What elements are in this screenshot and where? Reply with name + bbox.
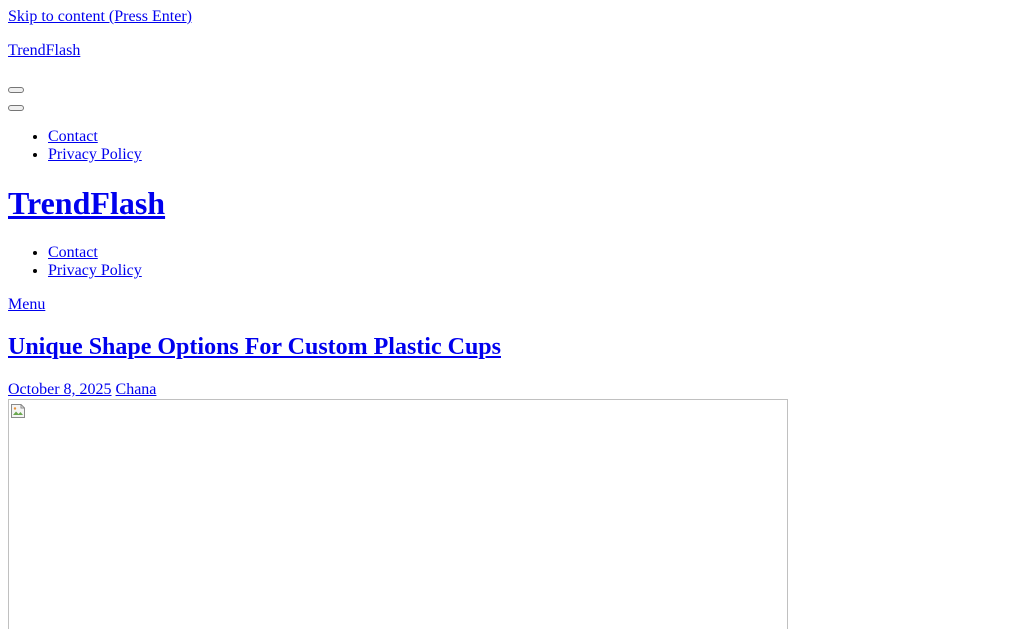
- post-meta: October 8, 2025 Chana: [8, 381, 156, 399]
- menu-link[interactable]: Menu: [8, 296, 45, 314]
- primary-nav-privacy-link[interactable]: Privacy Policy: [48, 146, 142, 163]
- broken-image-icon: [11, 404, 25, 418]
- secondary-nav-item-contact: Contact: [48, 244, 142, 262]
- primary-nav-contact-link[interactable]: Contact: [48, 128, 98, 145]
- post-author-link[interactable]: Chana: [116, 381, 157, 398]
- primary-nav-item-contact: Contact: [48, 128, 142, 146]
- post-date-link[interactable]: October 8, 2025: [8, 381, 112, 398]
- featured-image[interactable]: [8, 399, 788, 629]
- site-title: TrendFlash: [8, 184, 165, 222]
- secondary-nav: Contact Privacy Policy: [0, 244, 142, 280]
- post-title: Unique Shape Options For Custom Plastic …: [8, 333, 501, 361]
- secondary-nav-item-privacy: Privacy Policy: [48, 262, 142, 280]
- site-title-link[interactable]: TrendFlash: [8, 185, 165, 221]
- search-toggle-button[interactable]: [8, 105, 24, 111]
- secondary-nav-privacy-link[interactable]: Privacy Policy: [48, 262, 142, 279]
- primary-nav-item-privacy: Privacy Policy: [48, 146, 142, 164]
- top-brand-link[interactable]: TrendFlash: [8, 42, 80, 60]
- post-title-link[interactable]: Unique Shape Options For Custom Plastic …: [8, 334, 501, 360]
- skip-to-content-link[interactable]: Skip to content (Press Enter): [8, 8, 192, 26]
- menu-toggle-button[interactable]: [8, 87, 24, 93]
- secondary-nav-contact-link[interactable]: Contact: [48, 244, 98, 261]
- primary-nav: Contact Privacy Policy: [0, 128, 142, 164]
